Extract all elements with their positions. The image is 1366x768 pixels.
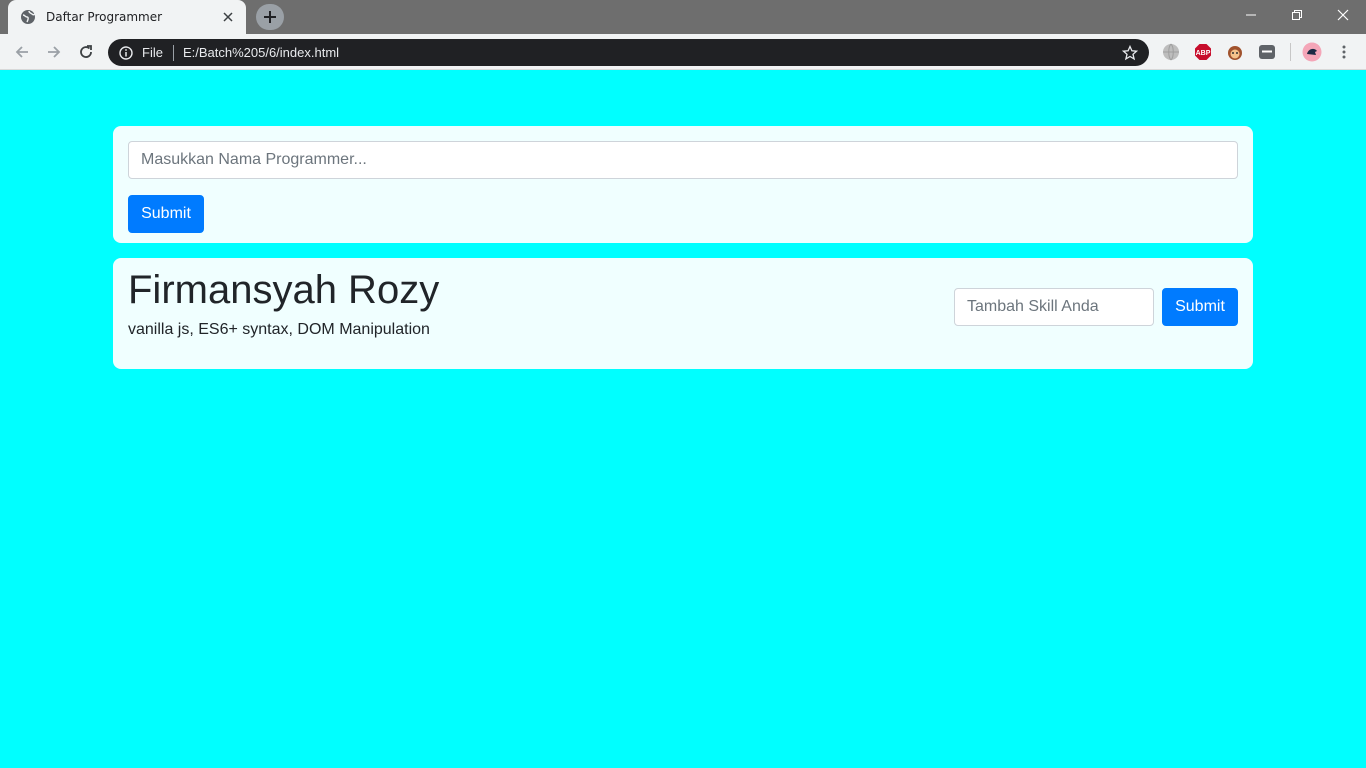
back-button[interactable] <box>8 38 36 66</box>
add-programmer-card: Submit <box>113 126 1253 243</box>
browser-tab[interactable]: Daftar Programmer <box>8 0 246 34</box>
omnibox-divider <box>172 44 174 61</box>
submit-skill-button[interactable]: Submit <box>1162 288 1238 326</box>
tab-title: Daftar Programmer <box>46 10 163 24</box>
monkey-icon[interactable] <box>1225 42 1245 62</box>
arrow-left-icon <box>15 46 28 58</box>
submit-programmer-button[interactable]: Submit <box>128 195 204 233</box>
tab-close-icon[interactable] <box>220 9 236 25</box>
minimize-button[interactable] <box>1228 0 1274 30</box>
restore-icon <box>1292 10 1302 20</box>
programmer-skills: vanilla js, ES6+ syntax, DOM Manipulatio… <box>128 321 430 338</box>
programmer-card: Firmansyah Rozy vanilla js, ES6+ syntax,… <box>113 258 1253 369</box>
programmer-name: Firmansyah Rozy <box>128 268 440 312</box>
close-icon <box>1337 9 1349 21</box>
menu-kebab-icon[interactable] <box>1334 42 1354 62</box>
skill-input[interactable] <box>954 288 1154 326</box>
scheme-label: File <box>142 45 163 60</box>
globe-favicon-icon <box>20 9 36 25</box>
arrow-right-icon <box>48 46 61 58</box>
toolbar-divider <box>1290 43 1291 61</box>
address-bar[interactable]: File E:/Batch%205/6/index.html <box>108 39 1149 66</box>
adblock-label: ABP <box>1196 50 1211 57</box>
minimize-icon <box>1246 14 1256 16</box>
profile-avatar[interactable] <box>1302 42 1322 62</box>
reload-button[interactable] <box>72 38 100 66</box>
url-text[interactable]: E:/Batch%205/6/index.html <box>183 45 1120 60</box>
info-icon[interactable] <box>118 45 134 61</box>
reload-icon <box>80 45 92 58</box>
forward-button[interactable] <box>40 38 68 66</box>
close-window-button[interactable] <box>1320 0 1366 30</box>
programmer-name-input[interactable] <box>128 141 1238 179</box>
globe-icon[interactable] <box>1161 42 1181 62</box>
plus-icon <box>264 11 276 23</box>
tab-strip: Daftar Programmer <box>0 0 1366 34</box>
restore-button[interactable] <box>1274 0 1320 30</box>
new-tab-button[interactable] <box>256 4 284 30</box>
bookmark-star-icon[interactable] <box>1120 43 1140 63</box>
browser-toolbar: File E:/Batch%205/6/index.html ABP <box>0 34 1366 70</box>
adblock-icon[interactable]: ABP <box>1193 42 1213 62</box>
chat-icon[interactable] <box>1257 42 1277 62</box>
